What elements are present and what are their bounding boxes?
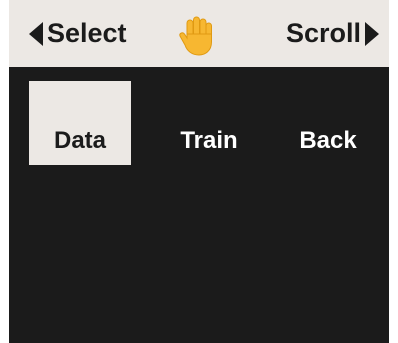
triangle-right-icon <box>365 21 379 46</box>
menu-item-label: Train <box>180 127 238 154</box>
raised-hand-icon <box>179 16 212 56</box>
scroll-button[interactable]: Scroll <box>286 0 379 67</box>
menu-item-train[interactable]: Train <box>159 81 259 165</box>
menu-item-data[interactable]: Data <box>29 81 131 165</box>
top-bar: Select Scroll <box>9 0 389 67</box>
menu-item-label: Data <box>53 127 107 154</box>
scroll-label: Scroll <box>285 18 361 48</box>
device-screen: Select Scroll Data Train Back <box>9 0 389 343</box>
select-button[interactable]: Select <box>29 0 127 67</box>
menu-item-label: Back <box>299 127 357 154</box>
menu-item-back[interactable]: Back <box>278 81 378 165</box>
triangle-left-icon <box>29 21 43 46</box>
select-label: Select <box>47 18 127 48</box>
